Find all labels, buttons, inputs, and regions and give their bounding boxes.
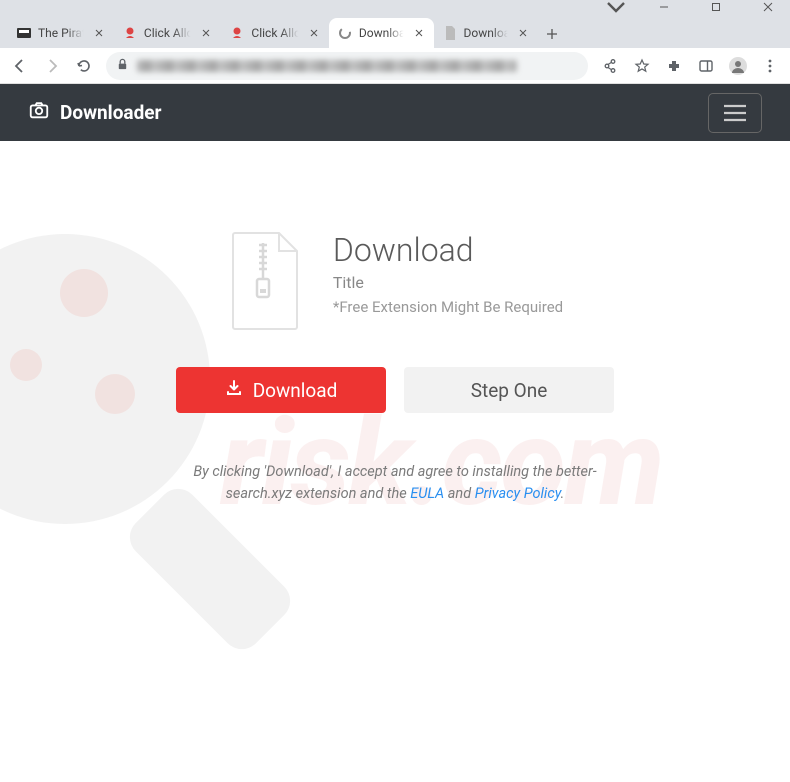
profile-button[interactable]: [724, 52, 752, 80]
tab-close-button[interactable]: [516, 26, 530, 40]
download-heading: Download: [333, 231, 563, 269]
menu-button[interactable]: [756, 52, 784, 80]
tab-overflow-button[interactable]: [606, 0, 626, 21]
hero-text: Download Title *Free Extension Might Be …: [333, 231, 563, 316]
main-content: Download Title *Free Extension Might Be …: [0, 141, 790, 505]
favicon-spinner-icon: [337, 25, 353, 41]
download-button-label: Download: [253, 379, 338, 402]
browser-tab-active[interactable]: Downloa: [329, 18, 434, 48]
download-icon: [225, 379, 243, 402]
favicon-icon: [16, 25, 32, 41]
eula-link[interactable]: EULA: [410, 485, 444, 502]
brand-text: Downloader: [60, 101, 162, 124]
tab-close-button[interactable]: [199, 26, 213, 40]
camera-icon: [28, 99, 50, 126]
download-note: *Free Extension Might Be Required: [333, 298, 563, 316]
browser-toolbar: [0, 48, 790, 84]
side-panel-button[interactable]: [692, 52, 720, 80]
url-text-blurred: [137, 60, 517, 72]
back-button[interactable]: [6, 52, 34, 80]
hero-section: Download Title *Free Extension Might Be …: [227, 231, 563, 331]
browser-tab[interactable]: The Pirat: [8, 18, 114, 48]
favicon-icon: [122, 25, 138, 41]
browser-tab[interactable]: Downloa: [434, 18, 539, 48]
browser-tab[interactable]: Click Allo: [221, 18, 329, 48]
close-window-button[interactable]: [754, 0, 782, 14]
lock-icon: [116, 56, 129, 75]
tab-close-button[interactable]: [92, 26, 106, 40]
step-one-button[interactable]: Step One: [404, 367, 614, 413]
tab-title: Click Allo: [251, 26, 301, 40]
tab-strip: The Pirat Click Allo Click Allo Downloa: [0, 14, 790, 48]
hamburger-menu-button[interactable]: [708, 93, 762, 133]
extensions-button[interactable]: [660, 52, 688, 80]
tab-title: The Pirat: [38, 26, 86, 40]
brand[interactable]: Downloader: [28, 99, 162, 126]
download-subtitle: Title: [333, 273, 563, 292]
browser-chrome: The Pirat Click Allo Click Allo Downloa: [0, 0, 790, 84]
site-navbar: Downloader: [0, 84, 790, 141]
privacy-policy-link[interactable]: Privacy Policy: [475, 485, 561, 502]
button-row: Download Step One: [176, 367, 614, 413]
address-bar[interactable]: [106, 52, 588, 80]
tab-close-button[interactable]: [412, 26, 426, 40]
reload-button[interactable]: [70, 52, 98, 80]
tab-close-button[interactable]: [307, 26, 321, 40]
window-titlebar: [0, 0, 790, 14]
tab-title: Downloa: [359, 26, 406, 40]
new-tab-button[interactable]: [538, 20, 566, 48]
tab-title: Click Allo: [144, 26, 194, 40]
forward-button[interactable]: [38, 52, 66, 80]
disclaimer-text: By clicking 'Download', I accept and agr…: [165, 461, 625, 505]
maximize-button[interactable]: [702, 0, 730, 14]
tab-title: Downloa: [464, 26, 511, 40]
step-one-button-label: Step One: [471, 379, 548, 402]
favicon-icon: [229, 25, 245, 41]
favicon-file-icon: [442, 25, 458, 41]
download-button[interactable]: Download: [176, 367, 386, 413]
bookmark-button[interactable]: [628, 52, 656, 80]
browser-tab[interactable]: Click Allo: [114, 18, 222, 48]
share-button[interactable]: [596, 52, 624, 80]
minimize-button[interactable]: [650, 0, 678, 14]
zip-file-icon: [227, 231, 305, 331]
page-content: risk.com Downloader: [0, 84, 790, 782]
